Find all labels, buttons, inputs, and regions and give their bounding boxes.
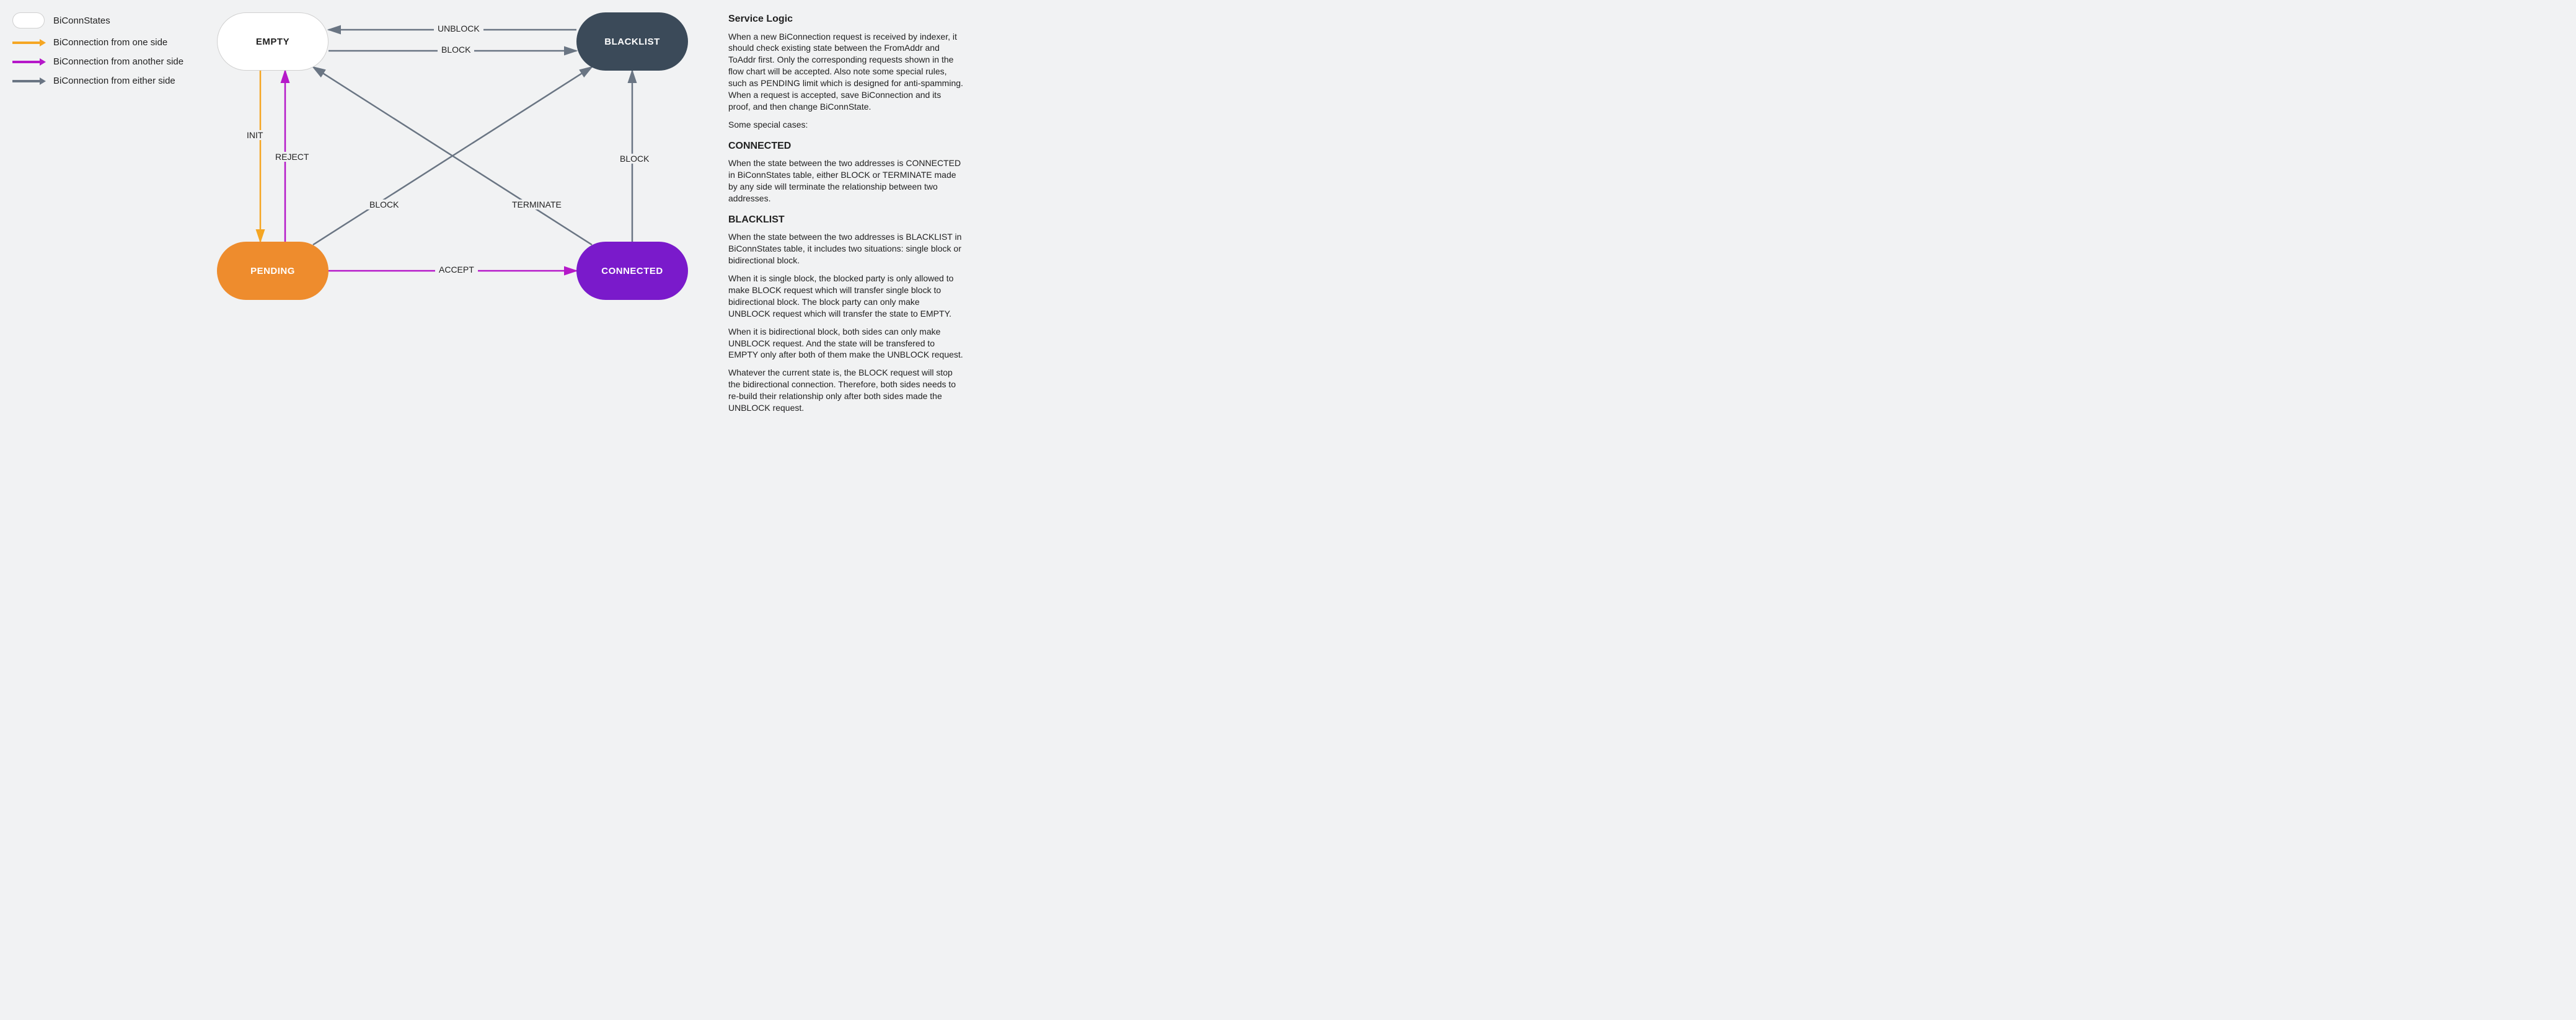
node-empty: EMPTY bbox=[217, 12, 329, 71]
legend-another-side-label: BiConnection from another side bbox=[53, 56, 183, 67]
legend-states-label: BiConnStates bbox=[53, 15, 110, 26]
legend-pill-icon bbox=[12, 12, 45, 29]
node-pending: PENDING bbox=[217, 242, 329, 300]
node-blacklist-label: BLACKLIST bbox=[604, 37, 660, 47]
node-pending-label: PENDING bbox=[250, 266, 295, 276]
heading-blacklist: BLACKLIST bbox=[728, 213, 964, 227]
paragraph-single-block: When it is single block, the blocked par… bbox=[728, 273, 964, 320]
heading-service-logic: Service Logic bbox=[728, 12, 964, 26]
heading-connected: CONNECTED bbox=[728, 139, 964, 153]
edge-terminate-label: TERMINATE bbox=[508, 200, 565, 209]
paragraph-connected: When the state between the two addresses… bbox=[728, 157, 964, 204]
edge-reject-label: REJECT bbox=[271, 152, 312, 162]
text-panel: Service Logic When a new BiConnection re… bbox=[728, 12, 964, 420]
edge-accept-label: ACCEPT bbox=[435, 265, 478, 275]
paragraph-blacklist-intro: When the state between the two addresses… bbox=[728, 231, 964, 266]
paragraph-bidir-block: When it is bidirectional block, both sid… bbox=[728, 326, 964, 361]
edge-block-cb-label: BLOCK bbox=[616, 154, 653, 164]
arrow-magenta-icon bbox=[12, 61, 45, 63]
legend-one-side-label: BiConnection from one side bbox=[53, 37, 167, 48]
arrow-orange-icon bbox=[12, 42, 45, 44]
legend-either-side: BiConnection from either side bbox=[12, 76, 183, 86]
paragraph-intro: When a new BiConnection request is recei… bbox=[728, 31, 964, 113]
edge-block-eb-label: BLOCK bbox=[438, 45, 474, 55]
node-connected: CONNECTED bbox=[576, 242, 688, 300]
legend-another-side: BiConnection from another side bbox=[12, 56, 183, 67]
legend-one-side: BiConnection from one side bbox=[12, 37, 183, 48]
edge-block-pb-label: BLOCK bbox=[366, 200, 402, 209]
paragraph-block-summary: Whatever the current state is, the BLOCK… bbox=[728, 367, 964, 414]
legend: BiConnStates BiConnection from one side … bbox=[12, 12, 183, 95]
node-blacklist: BLACKLIST bbox=[576, 12, 688, 71]
edge-init-label: INIT bbox=[243, 130, 267, 140]
node-empty-label: EMPTY bbox=[256, 37, 289, 47]
node-connected-label: CONNECTED bbox=[601, 266, 663, 276]
paragraph-special-cases: Some special cases: bbox=[728, 119, 964, 131]
arrow-grey-icon bbox=[12, 80, 45, 82]
legend-either-side-label: BiConnection from either side bbox=[53, 76, 175, 86]
edge-unblock-label: UNBLOCK bbox=[434, 24, 483, 33]
legend-states: BiConnStates bbox=[12, 12, 183, 29]
state-diagram: EMPTY BLACKLIST PENDING CONNECTED UNBLOC… bbox=[205, 12, 700, 310]
